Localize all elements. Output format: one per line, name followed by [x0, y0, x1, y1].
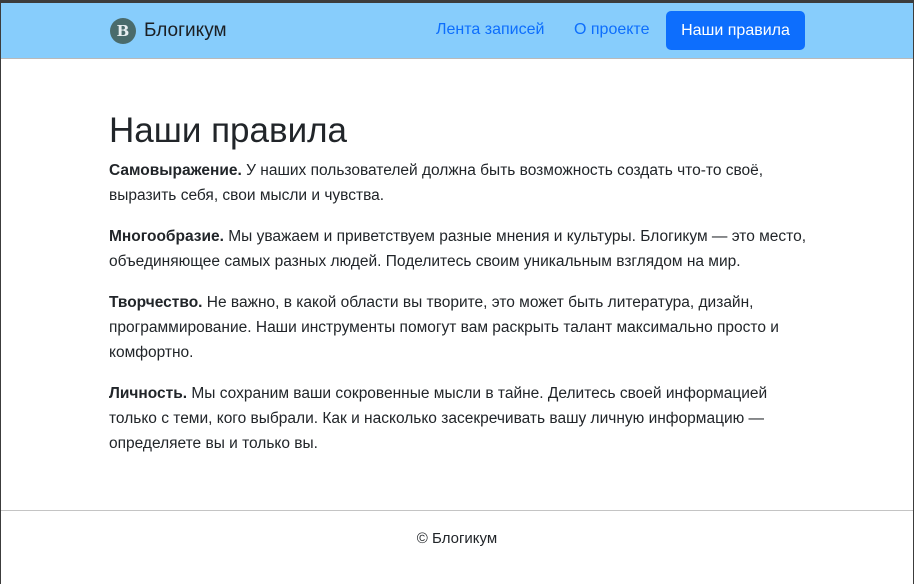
navbar: B Блогикум Лента записей О проекте Наши … — [1, 3, 913, 59]
rule-term: Самовыражение. — [109, 162, 242, 179]
rule-diversity: Многообразие. Мы уважаем и приветствуем … — [109, 224, 809, 274]
rule-term: Личность. — [109, 385, 188, 402]
nav-link-about[interactable]: О проекте — [574, 21, 649, 39]
rule-term: Многообразие. — [109, 228, 224, 245]
rule-self-expression: Самовыражение. У наших пользователей дол… — [109, 158, 809, 208]
brand-logo-icon: B — [110, 18, 136, 44]
rule-creativity: Творчество. Не важно, в какой области вы… — [109, 290, 809, 365]
page-title: Наши правила — [109, 111, 348, 150]
brand-name: Блогикум — [144, 20, 227, 41]
rule-text: Не важно, в какой области вы творите, эт… — [109, 294, 779, 361]
brand-link[interactable]: B Блогикум — [110, 16, 227, 46]
window-left-border — [0, 0, 1, 584]
rule-personality: Личность. Мы сохраним ваши сокровенные м… — [109, 381, 809, 456]
footer-copyright: © Блогикум — [416, 530, 498, 547]
rule-text: Мы сохраним ваши сокровенные мысли в тай… — [109, 385, 768, 452]
rules-list: Самовыражение. У наших пользователей дол… — [109, 158, 809, 472]
rule-term: Творчество. — [109, 294, 203, 311]
footer-divider — [1, 510, 913, 511]
nav-button-rules[interactable]: Наши правила — [666, 11, 805, 50]
nav-link-feed[interactable]: Лента записей — [436, 21, 544, 39]
